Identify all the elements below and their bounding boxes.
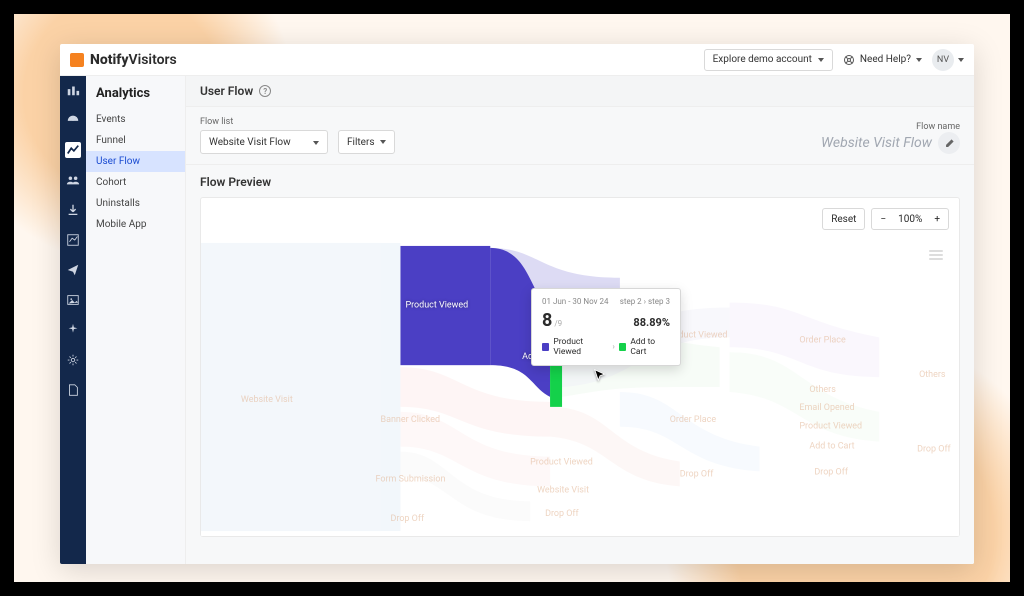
chart2-icon[interactable] [65, 232, 81, 248]
svg-text:Product Viewed: Product Viewed [799, 422, 862, 432]
filters-label: Filters [347, 137, 375, 148]
analytics-sidebar: Analytics Events Funnel User Flow Cohort… [86, 76, 186, 564]
tooltip-count: 8 [542, 310, 552, 331]
sidebar-item-user-flow[interactable]: User Flow [86, 151, 185, 172]
need-help-label: Need Help? [860, 54, 911, 65]
pencil-icon [944, 138, 955, 149]
sankey-tooltip: 01 Jun - 30 Nov 24 step 2 › step 3 8/9 8… [531, 288, 681, 366]
filters-button[interactable]: Filters [338, 130, 395, 154]
svg-text:Website Visit: Website Visit [537, 485, 589, 495]
zoom-in-button[interactable]: + [934, 214, 940, 225]
svg-text:Form Submission: Form Submission [376, 474, 446, 484]
svg-text:Others: Others [919, 370, 946, 380]
brand-bold: Notify [90, 52, 129, 68]
svg-text:Others: Others [809, 385, 836, 395]
sidebar-item-mobile-app[interactable]: Mobile App [86, 214, 185, 235]
download-icon[interactable] [65, 202, 81, 218]
need-help-link[interactable]: Need Help? [843, 54, 922, 66]
lifebuoy-icon [843, 54, 855, 66]
sidebar-item-events[interactable]: Events [86, 109, 185, 130]
dashboard-icon[interactable] [65, 112, 81, 128]
tooltip-to: Add to Cart [630, 337, 670, 357]
tooltip-from: Product Viewed [553, 337, 608, 357]
ghost-label: Website Visit [241, 395, 293, 405]
zoom-control[interactable]: − 100% + [871, 208, 949, 230]
svg-text:Drop Off: Drop Off [917, 445, 951, 455]
bar-chart-icon[interactable] [65, 82, 81, 98]
svg-text:Drop Off: Drop Off [391, 514, 425, 524]
explore-demo-button[interactable]: Explore demo account [704, 49, 833, 71]
tooltip-step: step 2 › step 3 [620, 297, 670, 306]
chevron-down-icon [380, 140, 386, 144]
reset-button[interactable]: Reset [822, 208, 865, 230]
svg-text:Product Viewed: Product Viewed [530, 457, 593, 467]
svg-text:Drop Off: Drop Off [814, 467, 848, 477]
send-icon[interactable] [65, 262, 81, 278]
flow-preview-title: Flow Preview [200, 175, 960, 189]
svg-text:Email Opened: Email Opened [799, 403, 854, 413]
svg-text:Banner Clicked: Banner Clicked [381, 415, 440, 425]
icon-rail [60, 76, 86, 564]
svg-text:Drop Off: Drop Off [545, 509, 579, 519]
flow-list-value: Website Visit Flow [209, 137, 291, 148]
page-title-bar: User Flow ? [186, 76, 974, 107]
app-window: NotifyVisitors Explore demo account Need… [60, 44, 974, 564]
flow-preview-panel: Reset − 100% + [200, 197, 960, 537]
brand-logo-icon [70, 53, 84, 67]
flow-list-select[interactable]: Website Visit Flow [200, 130, 328, 154]
svg-text:Drop Off: Drop Off [680, 469, 714, 479]
sankey-chart[interactable]: Product Viewed Add to Cart Website Visit… [201, 238, 959, 536]
topbar: NotifyVisitors Explore demo account Need… [60, 44, 974, 76]
image-icon[interactable] [65, 292, 81, 308]
doc-icon[interactable] [65, 382, 81, 398]
avatar[interactable]: NV [932, 49, 954, 71]
gear-icon[interactable] [65, 352, 81, 368]
zoom-out-button[interactable]: − [880, 214, 886, 225]
chevron-down-icon [916, 58, 922, 62]
group-icon[interactable] [65, 172, 81, 188]
cursor-icon [593, 368, 607, 385]
zoom-value: 100% [898, 214, 922, 225]
tooltip-pct: 88.89% [633, 316, 670, 329]
legend-dot-green [619, 343, 626, 351]
flow-name-value: Website Visit Flow [821, 135, 932, 151]
sidebar-item-uninstalls[interactable]: Uninstalls [86, 193, 185, 214]
reset-label: Reset [831, 214, 856, 225]
sidebar-item-cohort[interactable]: Cohort [86, 172, 185, 193]
svg-text:Add to Cart: Add to Cart [809, 442, 854, 452]
tooltip-of: /9 [554, 319, 562, 328]
sidebar-item-funnel[interactable]: Funnel [86, 130, 185, 151]
avatar-initials: NV [937, 55, 949, 65]
edit-flow-name-button[interactable] [938, 132, 960, 154]
node-label-product-viewed: Product Viewed [405, 301, 468, 311]
chevron-down-icon[interactable] [958, 58, 964, 62]
flow-list-label: Flow list [200, 117, 328, 127]
info-icon[interactable]: ? [259, 85, 271, 97]
brand-logo-text: NotifyVisitors [70, 52, 177, 68]
svg-text:Order Place: Order Place [670, 415, 717, 425]
brand-light: Visitors [129, 52, 177, 68]
line-chart-icon[interactable] [65, 142, 81, 158]
chevron-down-icon [313, 141, 319, 145]
page-title: User Flow [200, 84, 253, 98]
explore-demo-label: Explore demo account [713, 54, 812, 65]
main-panel: User Flow ? Flow list Website Visit Flow… [186, 76, 974, 564]
legend-dot-purple [542, 343, 549, 351]
svg-text:Order Place: Order Place [799, 335, 846, 345]
controls-row: Flow list Website Visit Flow Filters Flo… [186, 107, 974, 165]
spark-icon[interactable] [65, 322, 81, 338]
flow-name-label: Flow name [821, 122, 960, 132]
sidebar-title: Analytics [86, 82, 185, 109]
tooltip-date-range: 01 Jun - 30 Nov 24 [542, 297, 608, 306]
chevron-down-icon [818, 58, 824, 62]
